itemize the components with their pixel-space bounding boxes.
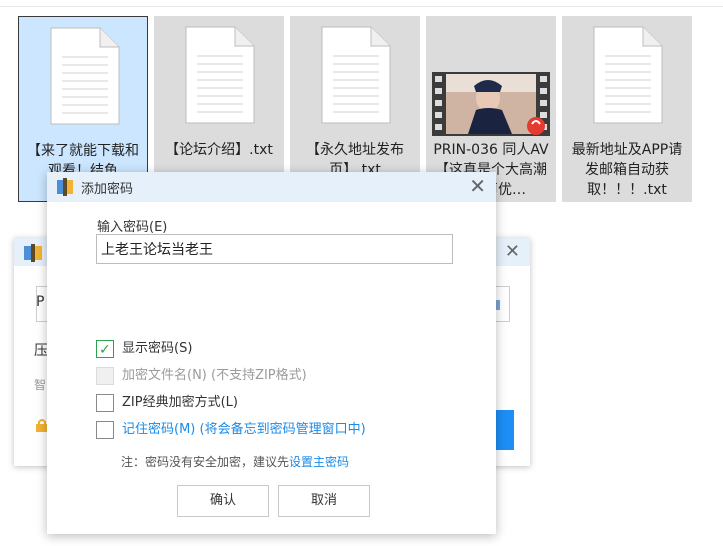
archive-name-text: P — [36, 294, 45, 310]
encrypt-filenames-checkbox — [96, 367, 114, 385]
file-tile-5[interactable]: 最新地址及APP请发邮箱自动获取！！！.txt — [562, 16, 692, 202]
show-password-label: 显示密码(S) — [122, 341, 193, 356]
encrypt-filenames-label: 加密文件名(N) (不支持ZIP格式) — [122, 368, 307, 383]
text-file-icon — [321, 26, 391, 124]
top-divider — [0, 6, 723, 7]
dialog-header: 添加密码 ✕ — [47, 172, 496, 202]
cancel-button[interactable]: 取消 — [278, 485, 370, 517]
text-file-icon — [50, 27, 120, 125]
archive-app-icon — [57, 178, 73, 196]
password-label: 输入密码(E) — [97, 220, 168, 235]
smart-option-label: 智 — [34, 378, 47, 392]
archive-app-icon — [24, 244, 42, 262]
confirm-button[interactable]: 确认 — [177, 485, 269, 517]
text-file-icon — [593, 26, 663, 124]
zip-classic-encryption-label: ZIP经典加密方式(L) — [122, 395, 238, 410]
zip-classic-encryption-checkbox[interactable] — [96, 394, 114, 412]
set-master-password-link[interactable]: 设置主密码 — [289, 455, 349, 469]
video-thumbnail-icon — [432, 72, 550, 136]
close-icon[interactable]: ✕ — [469, 174, 486, 198]
show-password-checkbox[interactable]: ✓ — [96, 340, 114, 358]
file-name: 【论坛介绍】.txt — [165, 142, 273, 158]
security-note: 注：密码没有安全加密，建议先设置主密码 — [121, 453, 349, 470]
check-icon: ✓ — [99, 342, 111, 358]
add-password-dialog: 添加密码 ✕ 输入密码(E) ✓ 显示密码(S) 加密文件名(N) (不支持ZI… — [47, 172, 496, 534]
remember-password-checkbox[interactable] — [96, 421, 114, 439]
remember-password-label: 记住密码(M) (将会备忘到密码管理窗口中) — [122, 422, 366, 437]
close-icon[interactable]: ✕ — [505, 241, 520, 262]
file-name: 最新地址及APP请发邮箱自动获取！！！.txt — [571, 142, 683, 198]
security-note-text: 注：密码没有安全加密，建议先 — [121, 455, 290, 469]
text-file-icon — [185, 26, 255, 124]
dialog-title: 添加密码 — [81, 182, 134, 197]
compress-format-label: 压 — [34, 343, 48, 359]
password-input[interactable] — [96, 234, 453, 264]
